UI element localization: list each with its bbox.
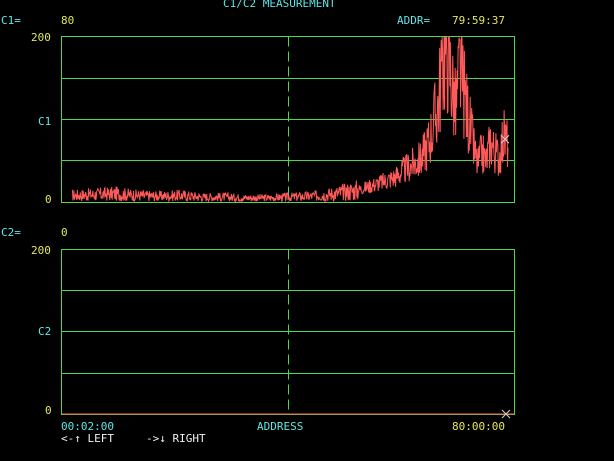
plot-canvas [61,36,515,419]
bottom-chart-trace [62,409,514,419]
bottom-chart-frame [61,249,515,415]
